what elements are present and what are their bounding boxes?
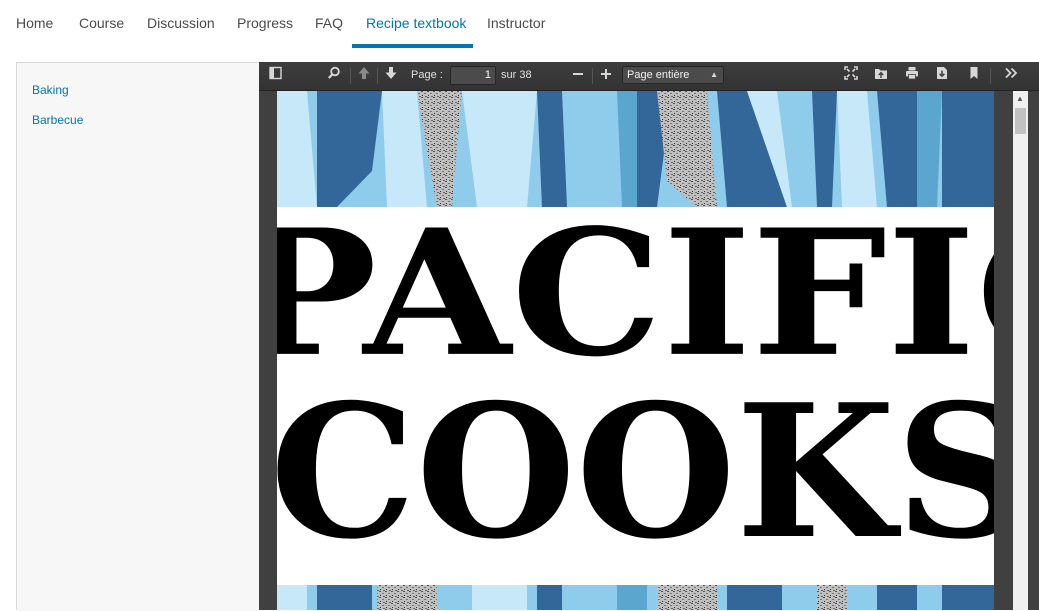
tools-icon[interactable] — [1000, 66, 1022, 86]
previous-page-icon[interactable] — [353, 66, 375, 86]
print-icon[interactable] — [901, 66, 923, 86]
toolbar-separator — [990, 68, 991, 84]
chapter-link-barbecue[interactable]: Barbecue — [32, 113, 83, 127]
bookmark-icon[interactable] — [963, 66, 985, 86]
next-page-icon[interactable] — [380, 66, 402, 86]
toolbar-separator — [377, 68, 378, 84]
open-file-icon[interactable] — [870, 66, 892, 86]
viewer-edge — [1028, 91, 1039, 610]
active-tab-indicator — [352, 44, 473, 48]
zoom-select[interactable]: Page entière ▲ — [622, 66, 724, 84]
pdf-vertical-scrollbar[interactable]: ▲ — [1013, 91, 1028, 610]
tab-home[interactable]: Home — [16, 15, 53, 31]
zoom-out-icon[interactable] — [567, 66, 589, 86]
tab-progress[interactable]: Progress — [237, 15, 293, 31]
cover-pattern-top — [277, 91, 994, 207]
tab-recipe-textbook[interactable]: Recipe textbook — [366, 15, 466, 31]
presentation-mode-icon[interactable] — [840, 66, 862, 86]
cover-pattern-bottom — [277, 585, 994, 610]
sidebar-toggle-icon[interactable] — [265, 66, 287, 86]
page-count: sur 38 — [501, 69, 532, 81]
toolbar-separator — [350, 68, 351, 84]
tab-discussion[interactable]: Discussion — [147, 15, 215, 31]
course-tabs: Home Course Discussion Progress FAQ Reci… — [0, 0, 1039, 48]
pdf-page-area[interactable]: PACIFIC COOKS — [259, 91, 1013, 610]
page-number-input[interactable]: 1 — [450, 66, 496, 85]
page-label: Page : — [411, 69, 443, 81]
tab-instructor[interactable]: Instructor — [487, 15, 545, 31]
toolbar-separator — [592, 68, 593, 84]
cover-title-line-2: COOKS — [277, 364, 994, 580]
tab-course[interactable]: Course — [79, 15, 124, 31]
chapter-sidebar: Baking Barbecue — [17, 63, 259, 611]
search-icon[interactable] — [323, 66, 345, 86]
scrollbar-thumb[interactable] — [1015, 108, 1026, 134]
chapter-link-baking[interactable]: Baking — [32, 83, 69, 97]
chevron-down-icon: ▲ — [710, 70, 718, 79]
zoom-select-value: Page entière — [627, 69, 690, 81]
cover-title-line-1: PACIFIC — [277, 191, 994, 396]
zoom-in-icon[interactable] — [595, 66, 617, 86]
pdf-page: PACIFIC COOKS — [277, 91, 994, 610]
scroll-up-icon[interactable]: ▲ — [1016, 94, 1024, 103]
download-icon[interactable] — [931, 66, 953, 86]
pdf-toolbar: Page : 1 sur 38 Page entière ▲ — [259, 62, 1039, 91]
pdf-viewer: Page : 1 sur 38 Page entière ▲ ACIFI COO… — [259, 62, 1039, 610]
tab-faq[interactable]: FAQ — [315, 15, 343, 31]
